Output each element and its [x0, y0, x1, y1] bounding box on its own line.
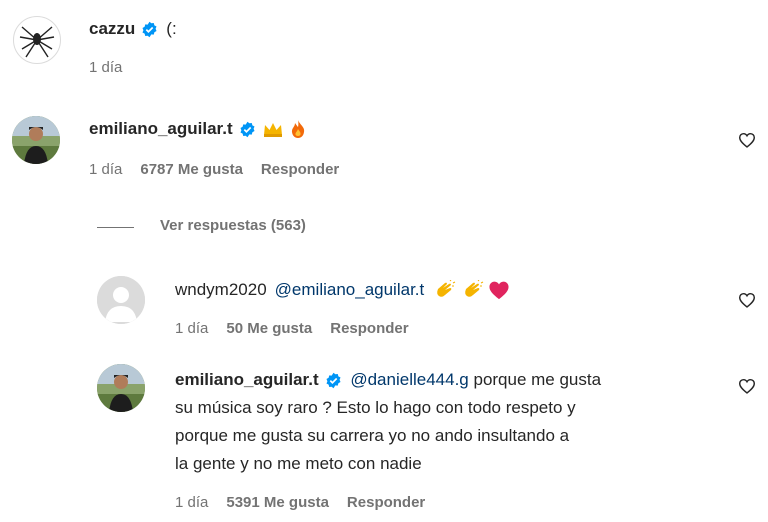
likes-count-link[interactable]: 6787 Me gusta: [140, 161, 243, 178]
comment-meta: 1 día: [89, 59, 140, 76]
mention-link[interactable]: @danielle444.g: [350, 370, 468, 389]
username[interactable]: emiliano_aguilar.t: [175, 370, 319, 389]
comment-text-line: la gente y no me meto con nadie: [175, 454, 422, 473]
verified-badge-icon: [326, 372, 341, 389]
view-replies-button[interactable]: Ver respuestas (563): [160, 217, 324, 234]
default-avatar-icon: [97, 276, 145, 324]
likes-count-link[interactable]: 5391 Me gusta: [226, 494, 329, 511]
likes-count-link[interactable]: 50 Me gusta: [226, 320, 312, 337]
clap-emoji-icon: [465, 280, 484, 297]
profile-photo: [12, 116, 60, 164]
comment-header: cazzu (:: [89, 19, 177, 39]
avatar-wndym2020[interactable]: [97, 276, 145, 324]
verified-badge-icon: [142, 21, 157, 37]
red-heart-emoji-icon: [489, 281, 509, 300]
comment-meta: 1 día 5391 Me gusta Responder: [175, 494, 443, 511]
replies-divider: [97, 227, 134, 228]
reply-button[interactable]: Responder: [347, 494, 425, 511]
comment-time: 1 día: [175, 320, 209, 337]
avatar-emiliano[interactable]: [12, 116, 60, 164]
username[interactable]: wndym2020: [175, 280, 267, 300]
crown-emoji-icon: [263, 123, 282, 137]
comment-header: emiliano_aguilar.t: [89, 119, 306, 139]
profile-photo: [97, 364, 145, 412]
reply-body: emiliano_aguilar.t @danielle444.g porque…: [175, 366, 735, 478]
avatar-cazzu[interactable]: [13, 16, 61, 64]
comment-time: 1 día: [89, 161, 123, 178]
username[interactable]: cazzu: [89, 19, 135, 39]
comment-meta: 1 día 6787 Me gusta Responder: [89, 161, 357, 178]
username[interactable]: emiliano_aguilar.t: [89, 119, 233, 139]
clap-emoji-icon: [437, 280, 456, 297]
verified-badge-icon: [240, 121, 255, 137]
spider-logo-icon: [19, 26, 55, 58]
view-replies-label: Ver respuestas (563): [160, 217, 306, 234]
fire-emoji-icon: [291, 120, 304, 138]
comment-text: (:: [166, 19, 177, 38]
like-heart-icon[interactable]: [738, 378, 756, 394]
comment-meta: 1 día 50 Me gusta Responder: [175, 320, 427, 337]
comment-text-line: su música soy raro ? Esto lo hago con to…: [175, 398, 576, 417]
comment-header: wndym2020 @emiliano_aguilar.t: [175, 280, 510, 300]
comment-time: 1 día: [89, 59, 123, 76]
reply-button[interactable]: Responder: [330, 320, 408, 337]
like-heart-icon[interactable]: [738, 292, 756, 308]
avatar-emiliano[interactable]: [97, 364, 145, 412]
comment-text-line: porque me gusta: [473, 370, 602, 389]
comment-text-line: porque me gusta su carrera yo no ando in…: [175, 426, 570, 445]
like-heart-icon[interactable]: [738, 132, 756, 148]
mention-link[interactable]: @emiliano_aguilar.t: [275, 280, 425, 300]
reply-button[interactable]: Responder: [261, 161, 339, 178]
comment-time: 1 día: [175, 494, 209, 511]
